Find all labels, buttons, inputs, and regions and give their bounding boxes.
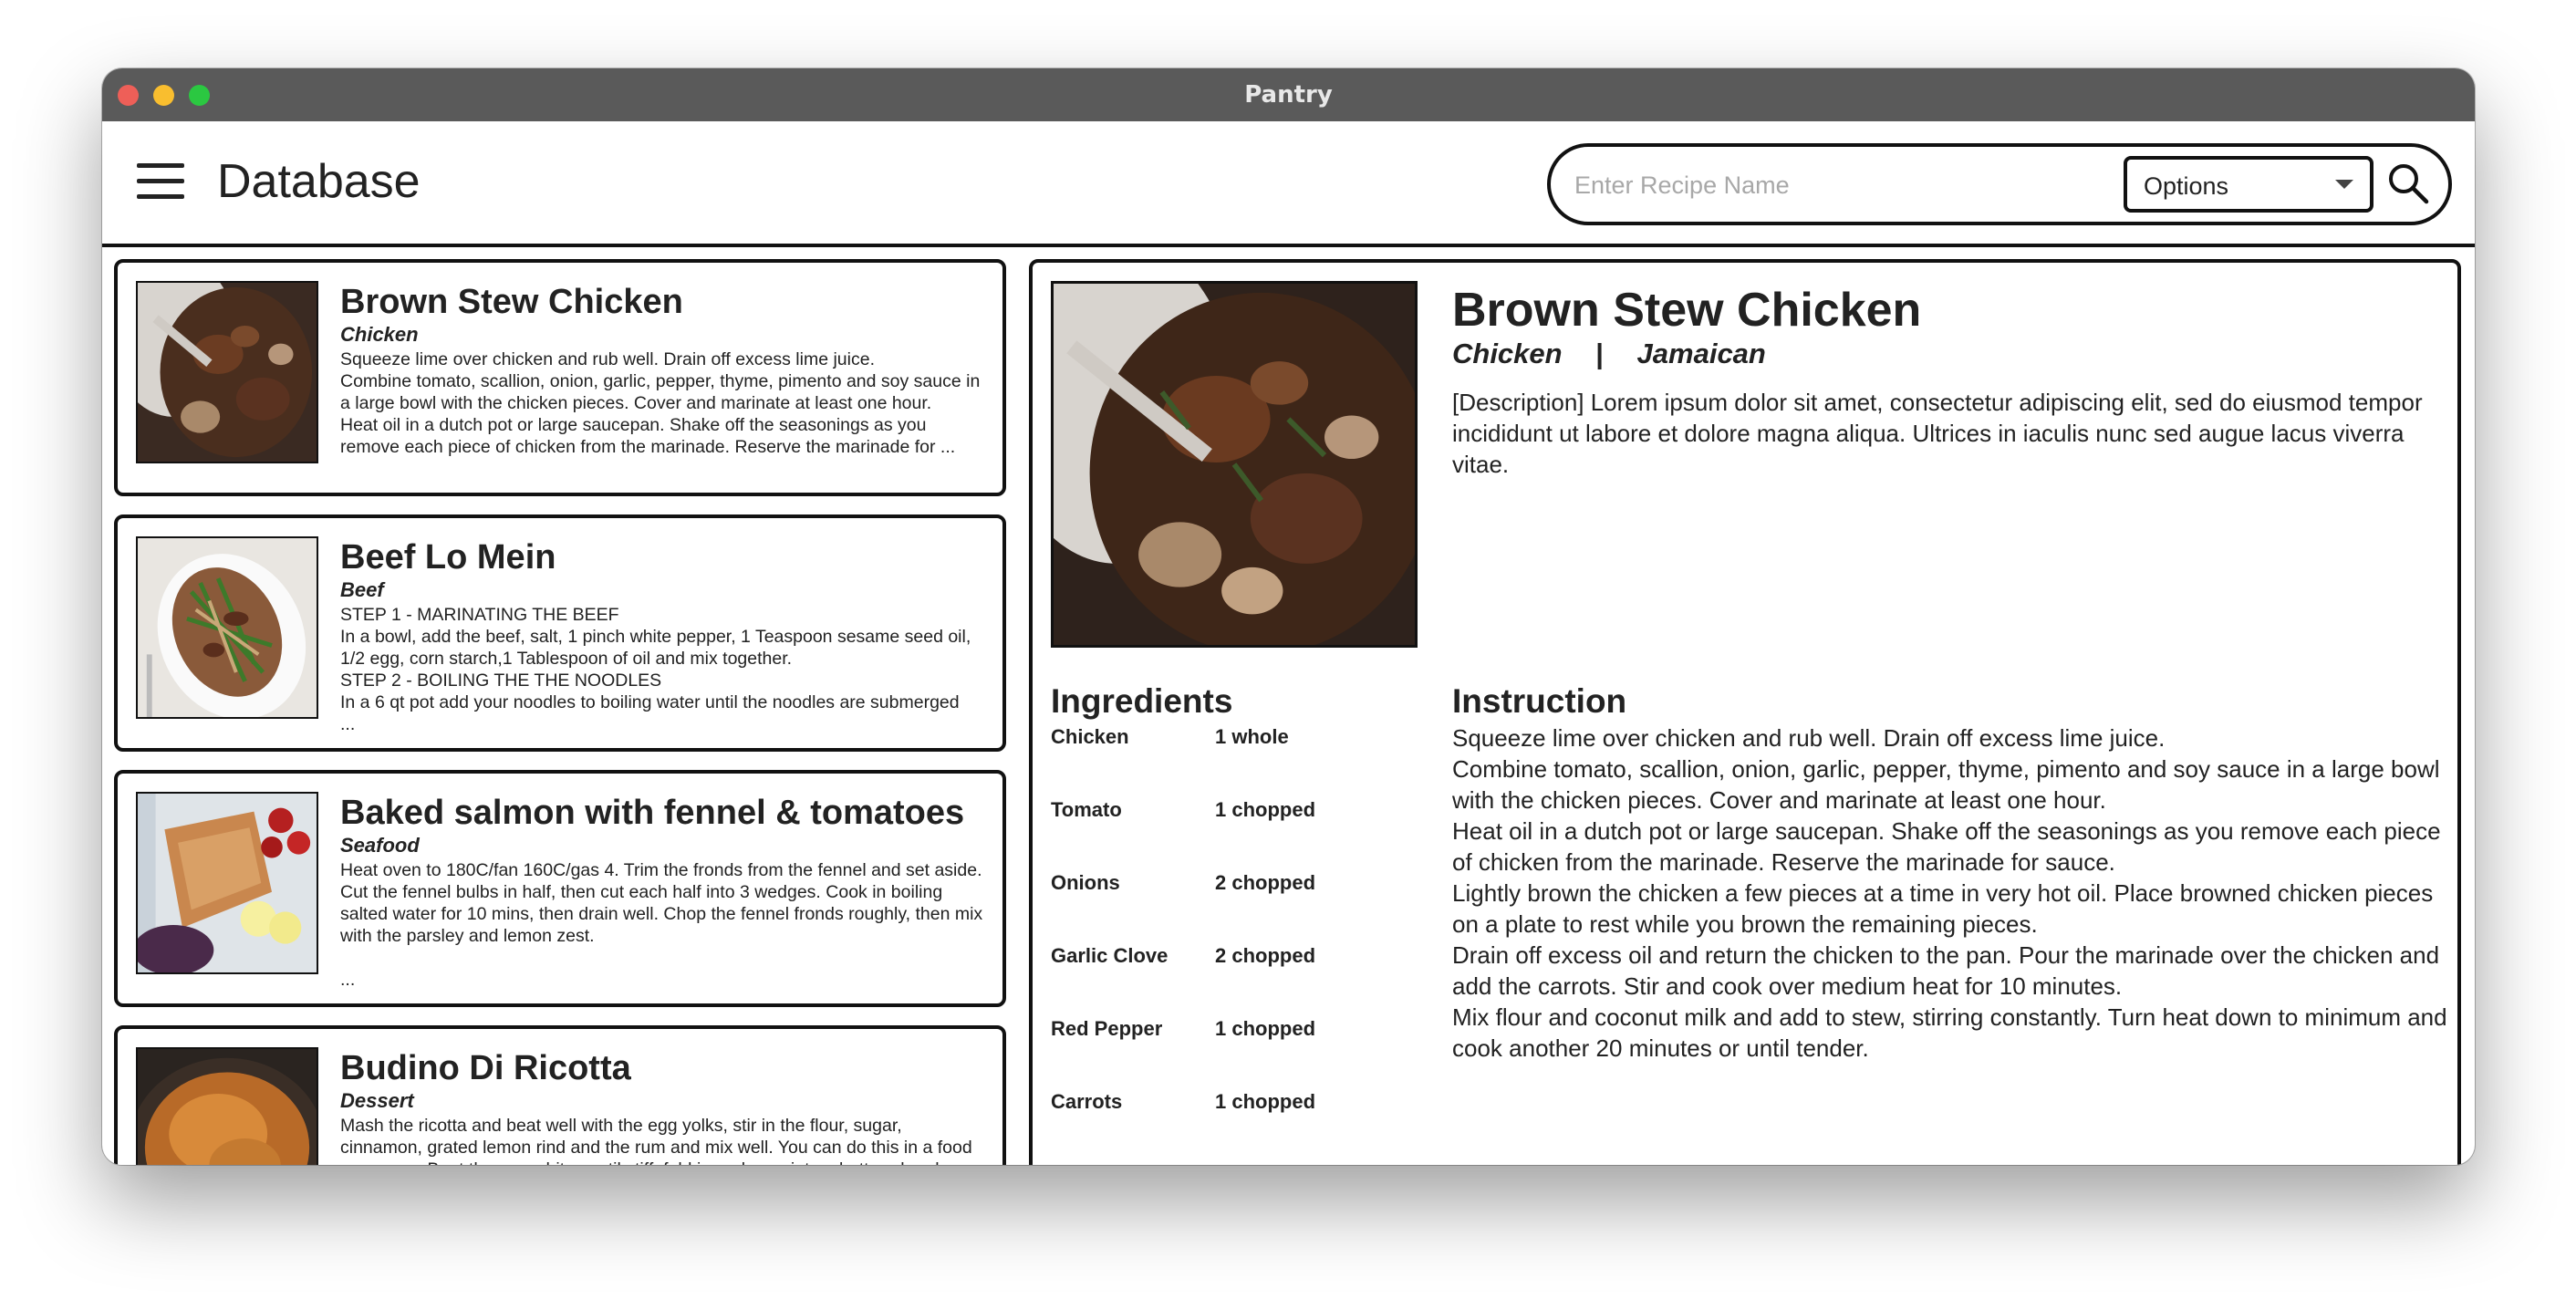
recipe-detail-title: Brown Stew Chicken [1452, 284, 1922, 337]
options-dropdown-label: Options [2144, 172, 2229, 200]
recipe-title: Budino Di Ricotta [340, 1049, 631, 1087]
recipe-card[interactable]: Budino Di Ricotta Dessert Mash the ricot… [114, 1025, 1006, 1165]
ingredients-heading: Ingredients [1051, 682, 1233, 720]
recipe-excerpt: Heat oven to 180C/fan 160C/gas 4. Trim t… [340, 860, 983, 990]
recipe-category: Dessert [340, 1089, 414, 1112]
recipe-category: Beef [340, 578, 384, 601]
ingredient-name: Carrots [1051, 1090, 1123, 1113]
recipe-card[interactable]: Beef Lo Mein Beef STEP 1 - MARINATING TH… [114, 514, 1006, 752]
recipe-thumbnail [136, 536, 318, 719]
app-window: Pantry Database Options [102, 68, 2475, 1165]
recipe-detail-category: Chicken [1452, 338, 1563, 369]
ingredient-quantity: 2 chopped [1215, 944, 1316, 967]
recipe-search-input[interactable] [1574, 163, 2103, 207]
title-bar[interactable]: Pantry [102, 68, 2475, 121]
ingredient-quantity: 2 chopped [1215, 871, 1316, 894]
ingredient-name: Chicken [1051, 725, 1129, 748]
recipe-title: Beef Lo Mein [340, 538, 556, 577]
recipe-category: Chicken [340, 323, 419, 346]
window-title: Pantry [1244, 81, 1333, 109]
recipe-detail-panel: Brown Stew Chicken Chicken | Jamaican [D… [1029, 259, 2461, 1165]
dropdown-arrow-icon [2335, 180, 2353, 189]
recipe-excerpt: Mash the ricotta and beat well with the … [340, 1116, 972, 1165]
recipe-card[interactable]: Brown Stew Chicken Chicken Squeeze lime … [114, 259, 1006, 496]
options-dropdown[interactable]: Options [2124, 156, 2373, 213]
recipe-detail-image [1051, 281, 1418, 648]
ingredient-name: Garlic Clove [1051, 944, 1169, 967]
ingredient-quantity: 1 chopped [1215, 798, 1316, 821]
instruction-text: Squeeze lime over chicken and rub well. … [1452, 724, 2447, 1062]
recipe-detail-cuisine: Jamaican [1636, 338, 1766, 369]
page-title: Database [217, 155, 421, 208]
recipe-card[interactable]: Baked salmon with fennel & tomatoes Seaf… [114, 770, 1006, 1007]
hamburger-menu-icon[interactable] [137, 161, 184, 202]
app-header: Database Options [102, 121, 2475, 247]
recipe-title: Baked salmon with fennel & tomatoes [340, 794, 965, 832]
recipe-thumbnail [136, 1047, 318, 1165]
search-bar: Options [1547, 143, 2452, 225]
main-content: Brown Stew Chicken Chicken Squeeze lime … [102, 251, 2475, 1165]
meta-separator: | [1595, 338, 1604, 369]
ingredient-quantity: 1 chopped [1215, 1017, 1316, 1040]
ingredient-name: Red Pepper [1051, 1017, 1163, 1040]
ingredient-name: Tomato [1051, 798, 1122, 821]
recipe-description: [Description] Lorem ipsum dolor sit amet… [1452, 389, 2423, 478]
recipe-thumbnail [136, 281, 318, 463]
ingredient-quantity: 1 whole [1215, 725, 1289, 748]
recipe-title: Brown Stew Chicken [340, 283, 683, 321]
recipe-excerpt: STEP 1 - MARINATING THE BEEF In a bowl, … [340, 605, 971, 734]
recipe-detail-meta: Chicken | Jamaican [1452, 338, 1766, 370]
instruction-heading: Instruction [1452, 682, 1627, 720]
search-icon[interactable] [2386, 161, 2430, 205]
ingredient-name: Onions [1051, 871, 1120, 894]
ingredient-quantity: 1 chopped [1215, 1090, 1316, 1113]
recipe-thumbnail [136, 792, 318, 974]
recipe-category: Seafood [340, 834, 420, 857]
recipe-excerpt: Squeeze lime over chicken and rub well. … [340, 349, 981, 457]
